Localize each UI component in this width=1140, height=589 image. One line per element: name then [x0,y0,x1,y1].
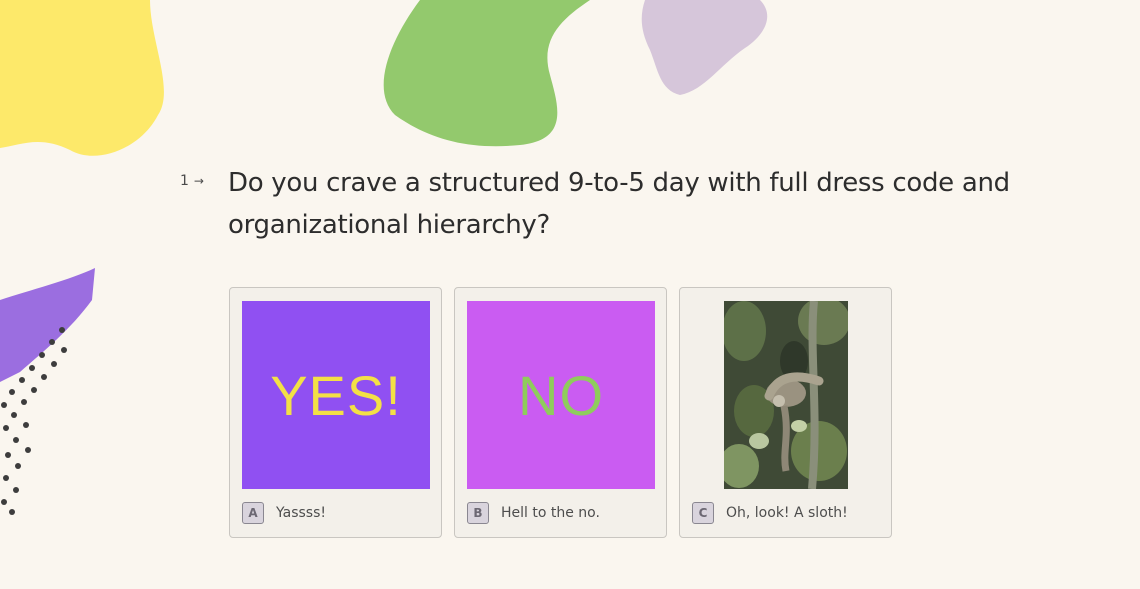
question-number: 1 → [180,162,228,189]
arrow-right-icon: → [193,174,204,188]
lavender-blob [641,0,768,95]
question-text: Do you crave a structured 9-to-5 day wit… [228,168,1010,240]
sloth-image [724,301,848,489]
choice-key-a: A [242,502,264,524]
choice-b-image: NO [467,301,655,489]
choice-a-image: YES! [242,301,430,489]
choice-label: Oh, look! A sloth! [726,505,848,521]
green-blob [383,0,590,147]
choice-c-image [692,301,880,489]
yellow-blob [0,0,164,156]
purple-blob [0,268,95,382]
yes-image-text: YES! [270,363,402,427]
choice-label: Yassss! [276,505,326,521]
choice-key-c: C [692,502,714,524]
choice-list: YES! A Yassss! NO B Hell to the no. C Oh… [229,287,892,538]
choice-c[interactable]: C Oh, look! A sloth! [679,287,892,538]
choice-b[interactable]: NO B Hell to the no. [454,287,667,538]
choice-key-b: B [467,502,489,524]
question-number-label: 1 [180,173,189,189]
question-block: 1 → Do you crave a structured 9-to-5 day… [180,162,1080,246]
choice-label: Hell to the no. [501,505,600,521]
no-image-text: NO [518,363,604,427]
choice-a[interactable]: YES! A Yassss! [229,287,442,538]
